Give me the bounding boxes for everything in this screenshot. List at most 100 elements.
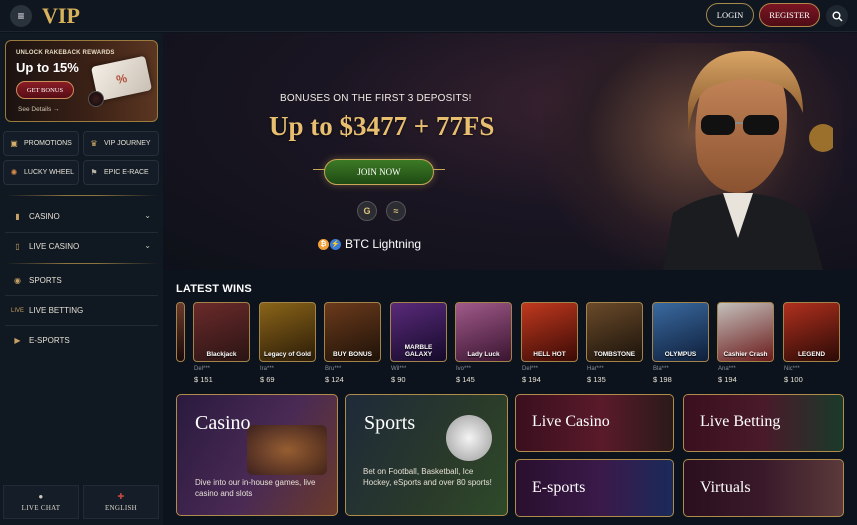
win-game-card[interactable]: MARBLE GALAXY	[390, 302, 447, 362]
win-game-card[interactable]: TOMBSTONE	[586, 302, 643, 362]
win-amount: $ 100	[784, 375, 803, 384]
live-casino-tile-title: Live Casino	[532, 413, 610, 430]
promo-kicker: UNLOCK RAKEBACK REWARDS	[16, 50, 115, 56]
win-card-partial[interactable]	[176, 302, 185, 362]
uk-flag-icon: ✚	[117, 492, 125, 501]
search-icon[interactable]	[826, 5, 848, 27]
win-user: Nic***	[784, 366, 800, 372]
lucky-wheel-button[interactable]: ✺ LUCKY WHEEL	[3, 160, 79, 185]
virtuals-tile[interactable]: Virtuals	[683, 459, 844, 517]
vip-journey-button[interactable]: ♛ VIP JOURNEY	[83, 131, 159, 156]
win-game-name: TOMBSTONE	[593, 351, 636, 358]
sports-tile[interactable]: Sports Bet on Football, Basketball, Ice …	[345, 394, 508, 516]
win-user: Ivo***	[456, 366, 472, 372]
win-game-name: Blackjack	[206, 351, 237, 358]
wave-pay-icon: ≈	[386, 201, 406, 221]
win-user: Har***	[587, 366, 604, 372]
hamburger-icon[interactable]: ≡	[10, 5, 32, 27]
live-betting-tile-title: Live Betting	[700, 413, 781, 430]
live-chat-label: LIVE CHAT	[21, 504, 61, 512]
casino-tile[interactable]: Casino Dive into our in-house games, liv…	[176, 394, 338, 516]
win-game-name: HELL HOT	[533, 351, 566, 358]
win-game-card[interactable]: Legacy of Gold	[259, 302, 316, 362]
win-game-name: Legacy of Gold	[264, 351, 311, 358]
live-casino-label: LIVE CASINO	[29, 242, 80, 251]
win-amount: $ 194	[718, 375, 737, 384]
gift-icon: ▣	[10, 139, 18, 148]
win-game-card[interactable]: OLYMPUS	[652, 302, 709, 362]
cards-icon: ▯	[15, 242, 20, 251]
slot-machine-image	[247, 425, 327, 475]
win-amount: $ 151	[194, 375, 213, 384]
rakeback-promo-card[interactable]: UNLOCK RAKEBACK REWARDS Up to 15% GET BO…	[5, 40, 158, 122]
win-game-card[interactable]: HELL HOT	[521, 302, 578, 362]
casino-label: CASINO	[29, 212, 60, 221]
win-user: Del***	[522, 366, 539, 372]
site-logo[interactable]: VIP	[42, 3, 80, 29]
win-game-card[interactable]: Cashier Crash	[717, 302, 774, 362]
hero-banner: BONUSES ON THE FIRST 3 DEPOSITS! Up to $…	[163, 33, 857, 270]
win-game-name: Lady Luck	[467, 351, 500, 358]
sidebar-item-live-casino[interactable]: ▯ LIVE CASINO ⌄	[0, 232, 163, 261]
sidebar-item-sports[interactable]: ◉ SPORTS	[0, 266, 163, 295]
live-betting-label: LIVE BETTING	[29, 306, 84, 315]
win-user: Bru***	[325, 366, 342, 372]
win-game-name: Cashier Crash	[723, 351, 768, 358]
sidebar-item-e-sports[interactable]: ▶ E-SPORTS	[0, 326, 163, 355]
sidebar-item-live-betting[interactable]: LIVE LIVE BETTING	[0, 296, 163, 325]
flag-icon: ⚑	[90, 168, 98, 177]
language-button[interactable]: ✚ ENGLISH	[83, 485, 159, 519]
chevron-down-icon[interactable]: ⌄	[144, 211, 151, 220]
win-user: Wil***	[391, 366, 407, 372]
win-amount: $ 145	[456, 375, 475, 384]
win-game-card[interactable]: LEGEND	[783, 302, 840, 362]
login-button[interactable]: LOGIN	[706, 3, 754, 27]
lightning-icon: ⚡	[330, 238, 341, 250]
epic-e-race-label: EPIC E-RACE	[104, 169, 149, 176]
win-game-card[interactable]: Lady Luck	[455, 302, 512, 362]
vip-journey-label: VIP JOURNEY	[104, 140, 151, 147]
sidebar-divider	[5, 195, 158, 196]
ticket-symbol: %	[114, 70, 129, 87]
win-game-name: MARBLE GALAXY	[404, 344, 433, 358]
win-amount: $ 198	[653, 375, 672, 384]
see-details-link[interactable]: See Details →	[18, 106, 60, 113]
e-sports-label: E-SPORTS	[29, 336, 70, 345]
get-bonus-button[interactable]: GET BONUS	[16, 81, 74, 99]
promotions-button[interactable]: ▣ PROMOTIONS	[3, 131, 79, 156]
btc-lightning-badge: ₿ ⚡ BTC Lightning	[318, 237, 421, 251]
win-user: Del***	[194, 366, 211, 372]
chip-icon	[88, 91, 104, 107]
win-user: Ana***	[718, 366, 736, 372]
e-sports-tile[interactable]: E-sports	[515, 459, 674, 517]
win-game-card[interactable]: BUY BONUS	[324, 302, 381, 362]
hero-title: Up to $3477 + 77FS	[269, 111, 495, 141]
win-game-name: BUY BONUS	[333, 351, 372, 358]
promotions-label: PROMOTIONS	[24, 140, 72, 147]
win-user: Ira***	[260, 366, 275, 372]
live-casino-tile[interactable]: Live Casino	[515, 394, 674, 452]
wheel-icon: ✺	[10, 168, 18, 177]
bitcoin-icon: ₿	[318, 238, 329, 250]
win-game-card[interactable]: Blackjack	[193, 302, 250, 362]
casino-tile-desc: Dive into our in-house games, live casin…	[195, 478, 316, 498]
chevron-down-icon[interactable]: ⌄	[144, 241, 151, 250]
epic-e-race-button[interactable]: ⚑ EPIC E-RACE	[83, 160, 159, 185]
win-amount: $ 135	[587, 375, 606, 384]
live-betting-tile[interactable]: Live Betting	[683, 394, 844, 452]
hero-subtitle: BONUSES ON THE FIRST 3 DEPOSITS!	[280, 93, 472, 104]
live-icon: LIVE	[11, 307, 25, 314]
btc-lightning-label: BTC Lightning	[345, 237, 422, 251]
join-now-button[interactable]: JOIN NOW	[324, 159, 434, 185]
sidebar-item-casino[interactable]: ▮ CASINO ⌄	[0, 202, 163, 231]
live-chat-button[interactable]: ● LIVE CHAT	[3, 485, 79, 519]
win-user: Bla***	[653, 366, 669, 372]
language-label: ENGLISH	[104, 504, 138, 512]
register-button[interactable]: REGISTER	[759, 3, 820, 27]
win-game-name: LEGEND	[797, 351, 826, 358]
win-amount: $ 194	[522, 375, 541, 384]
ball-icon: ◉	[14, 276, 21, 285]
top-header: ≡ VIP LOGIN REGISTER	[0, 0, 857, 32]
casino-tile-title: Casino	[195, 412, 251, 434]
play-icon: ▶	[14, 336, 21, 345]
